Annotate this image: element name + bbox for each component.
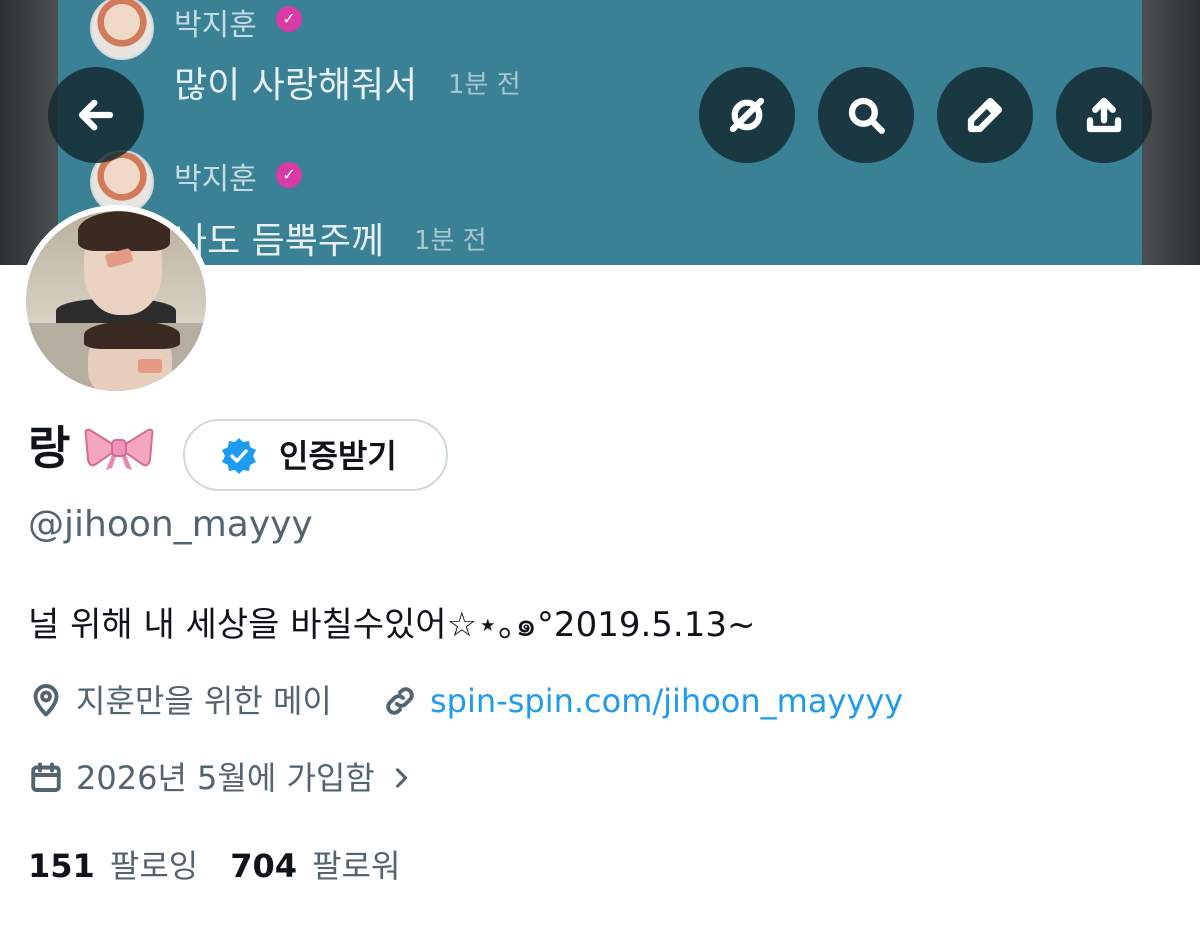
avatar-photo (26, 211, 206, 391)
chat-message-text: 많이 사랑해줘서 (174, 65, 418, 106)
location-pin-icon (33, 684, 59, 717)
get-verified-label: 인증받기 (279, 437, 397, 475)
chat-verified-icon: ✓ (276, 6, 302, 32)
profile-bio: 널 위해 내 세상을 바칠수있어☆⋆｡๑°2019.5.13~ (28, 605, 756, 645)
pencil-icon (967, 97, 1003, 133)
followers-count: 704 (230, 847, 298, 885)
ribbon-bow-icon (84, 428, 154, 470)
chat-avatar (90, 0, 154, 60)
back-arrow-icon (78, 99, 114, 131)
share-button[interactable] (1056, 67, 1152, 163)
share-upload-icon (1086, 97, 1122, 133)
back-button[interactable] (48, 67, 144, 163)
chat-sender-name: 박지훈 (174, 8, 257, 43)
calendar-icon (31, 762, 61, 792)
chat-verified-icon: ✓ (276, 162, 302, 188)
user-handle: @jihoon_mayyy (28, 504, 313, 545)
joined-text: 2026년 5월에 가입함 (76, 759, 375, 797)
profile-website[interactable]: spin-spin.com/jihoon_mayyyy (382, 679, 903, 723)
location-text: 지훈만을 위한 메이 (76, 682, 332, 720)
follow-stats: 151 팔로잉 704 팔로워 (28, 841, 400, 887)
get-verified-button[interactable]: 인증받기 (183, 419, 448, 491)
profile-avatar[interactable] (20, 205, 212, 397)
verified-badge-icon (222, 438, 256, 474)
profile-joined[interactable]: 2026년 5월에 가입함 (28, 756, 415, 800)
following-label: 팔로잉 (109, 847, 199, 885)
followers-label: 팔로워 (312, 847, 401, 885)
search-icon (848, 97, 885, 134)
link-icon (386, 687, 414, 715)
grok-button[interactable] (699, 67, 795, 163)
following-count: 151 (28, 847, 95, 885)
chat-message-time: 1분 전 (448, 70, 521, 100)
edit-button[interactable] (937, 67, 1033, 163)
banner-edge-right (1142, 0, 1200, 265)
following-stat[interactable]: 151 팔로잉 (28, 841, 198, 887)
chat-message-time: 1분 전 (414, 226, 487, 256)
followers-stat[interactable]: 704 팔로워 (230, 841, 400, 887)
chevron-right-icon (395, 768, 407, 788)
chat-sender-name: 박지훈 (174, 162, 257, 197)
slashed-circle-icon (729, 97, 765, 133)
search-button[interactable] (818, 67, 914, 163)
website-link[interactable]: spin-spin.com/jihoon_mayyyy (430, 679, 903, 723)
profile-location: 지훈만을 위한 메이 (28, 679, 332, 723)
display-name: 랑 (28, 421, 71, 475)
